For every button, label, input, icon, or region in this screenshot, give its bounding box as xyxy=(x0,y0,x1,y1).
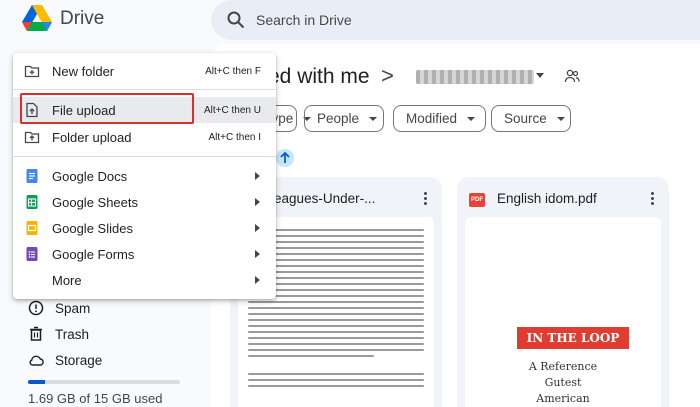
menu-item-label: More xyxy=(52,272,82,288)
chevron-right-icon xyxy=(255,276,260,284)
sidebar-item-label: Spam xyxy=(55,300,91,316)
menu-item-shortcut: Alt+C then U xyxy=(204,104,261,116)
menu-item-label: Google Slides xyxy=(52,220,133,236)
chevron-right-icon xyxy=(255,198,260,206)
sort-direction-button[interactable] xyxy=(276,149,294,167)
chevron-right-icon xyxy=(255,224,260,232)
filter-chip-people[interactable]: People xyxy=(304,105,384,132)
spam-icon xyxy=(28,300,44,316)
menu-item-more[interactable]: More xyxy=(13,267,276,293)
file-upload-icon xyxy=(26,102,38,118)
chevron-down-icon xyxy=(467,116,476,121)
search-input[interactable]: Search in Drive xyxy=(256,12,352,28)
cloud-icon xyxy=(29,355,44,366)
chevron-down-icon xyxy=(369,116,378,121)
filter-chip-source[interactable]: Source xyxy=(491,105,571,132)
cover-text: American xyxy=(536,392,590,405)
file-thumbnail: IN THE LOOP A Reference Gutest American xyxy=(465,217,661,407)
pdf-icon: PDF xyxy=(469,193,485,207)
storage-usage-fill xyxy=(28,380,45,384)
menu-item-folder-upload[interactable]: Folder upload Alt+C then I xyxy=(13,124,276,150)
storage-usage-text: 1.69 GB of 15 GB used xyxy=(28,391,163,406)
sidebar-item-label: Storage xyxy=(55,352,103,368)
sidebar-item-storage[interactable]: Storage xyxy=(28,350,102,370)
chevron-down-icon xyxy=(556,116,565,121)
app-name[interactable]: Drive xyxy=(60,8,104,30)
menu-item-google-slides[interactable]: Google Slides xyxy=(13,215,276,241)
menu-divider xyxy=(13,156,276,157)
drive-logo-icon[interactable] xyxy=(22,5,52,32)
search-bar[interactable]: Search in Drive xyxy=(211,0,700,40)
new-folder-icon xyxy=(24,65,40,78)
menu-item-new-folder[interactable]: New folder Alt+C then F xyxy=(13,58,276,84)
google-sheets-icon xyxy=(26,195,38,209)
menu-item-google-forms[interactable]: Google Forms xyxy=(13,241,276,267)
more-options-icon[interactable] xyxy=(418,189,434,207)
filter-chip-label: Source xyxy=(504,111,547,126)
cover-banner: IN THE LOOP xyxy=(517,327,629,349)
arrow-up-icon xyxy=(280,151,290,163)
menu-item-label: Google Sheets xyxy=(52,194,139,210)
filter-chip-label: People xyxy=(317,111,360,126)
cover-text: Gutest xyxy=(544,376,582,389)
menu-item-shortcut: Alt+C then I xyxy=(208,131,261,143)
folder-upload-icon xyxy=(24,131,40,144)
cover-text: A Reference xyxy=(528,360,598,373)
chevron-down-icon[interactable] xyxy=(536,73,544,78)
menu-item-label: Folder upload xyxy=(52,129,132,145)
menu-item-label: Google Docs xyxy=(52,168,128,184)
search-icon[interactable] xyxy=(227,11,245,29)
sidebar-item-spam[interactable]: Spam xyxy=(28,298,90,318)
main-content: ed with me > Type People Modified Source… xyxy=(211,44,700,407)
trash-icon xyxy=(30,326,42,341)
google-forms-icon xyxy=(26,247,38,261)
chevron-right-icon xyxy=(255,172,260,180)
chevron-right-icon xyxy=(255,250,260,258)
sidebar-item-trash[interactable]: Trash xyxy=(28,324,89,344)
breadcrumb-separator: > xyxy=(381,63,394,88)
menu-item-label: File upload xyxy=(52,102,116,118)
file-name: English idom.pdf xyxy=(497,191,597,206)
breadcrumb-folder-redacted[interactable] xyxy=(416,70,534,84)
filter-chip-label: Modified xyxy=(406,111,458,126)
sidebar-item-label: Trash xyxy=(55,326,90,342)
menu-item-google-docs[interactable]: Google Docs xyxy=(13,163,276,189)
page-title: ed with me xyxy=(268,65,370,88)
more-options-icon[interactable] xyxy=(645,189,661,207)
menu-item-file-upload[interactable]: File upload Alt+C then U xyxy=(13,97,276,123)
people-icon[interactable] xyxy=(564,68,580,84)
storage-usage-bar xyxy=(28,380,180,384)
google-slides-icon xyxy=(26,221,38,235)
menu-item-label: New folder xyxy=(52,63,115,79)
menu-item-google-sheets[interactable]: Google Sheets xyxy=(13,189,276,215)
file-card[interactable]: PDF English idom.pdf IN THE LOOP A Refer… xyxy=(457,177,669,407)
menu-item-label: Google Forms xyxy=(52,246,135,262)
google-docs-icon xyxy=(26,169,38,183)
new-item-menu: New folder Alt+C then F File upload Alt+… xyxy=(13,53,276,299)
menu-divider xyxy=(13,89,276,90)
menu-item-shortcut: Alt+C then F xyxy=(205,65,261,77)
filter-chip-modified[interactable]: Modified xyxy=(393,105,486,132)
